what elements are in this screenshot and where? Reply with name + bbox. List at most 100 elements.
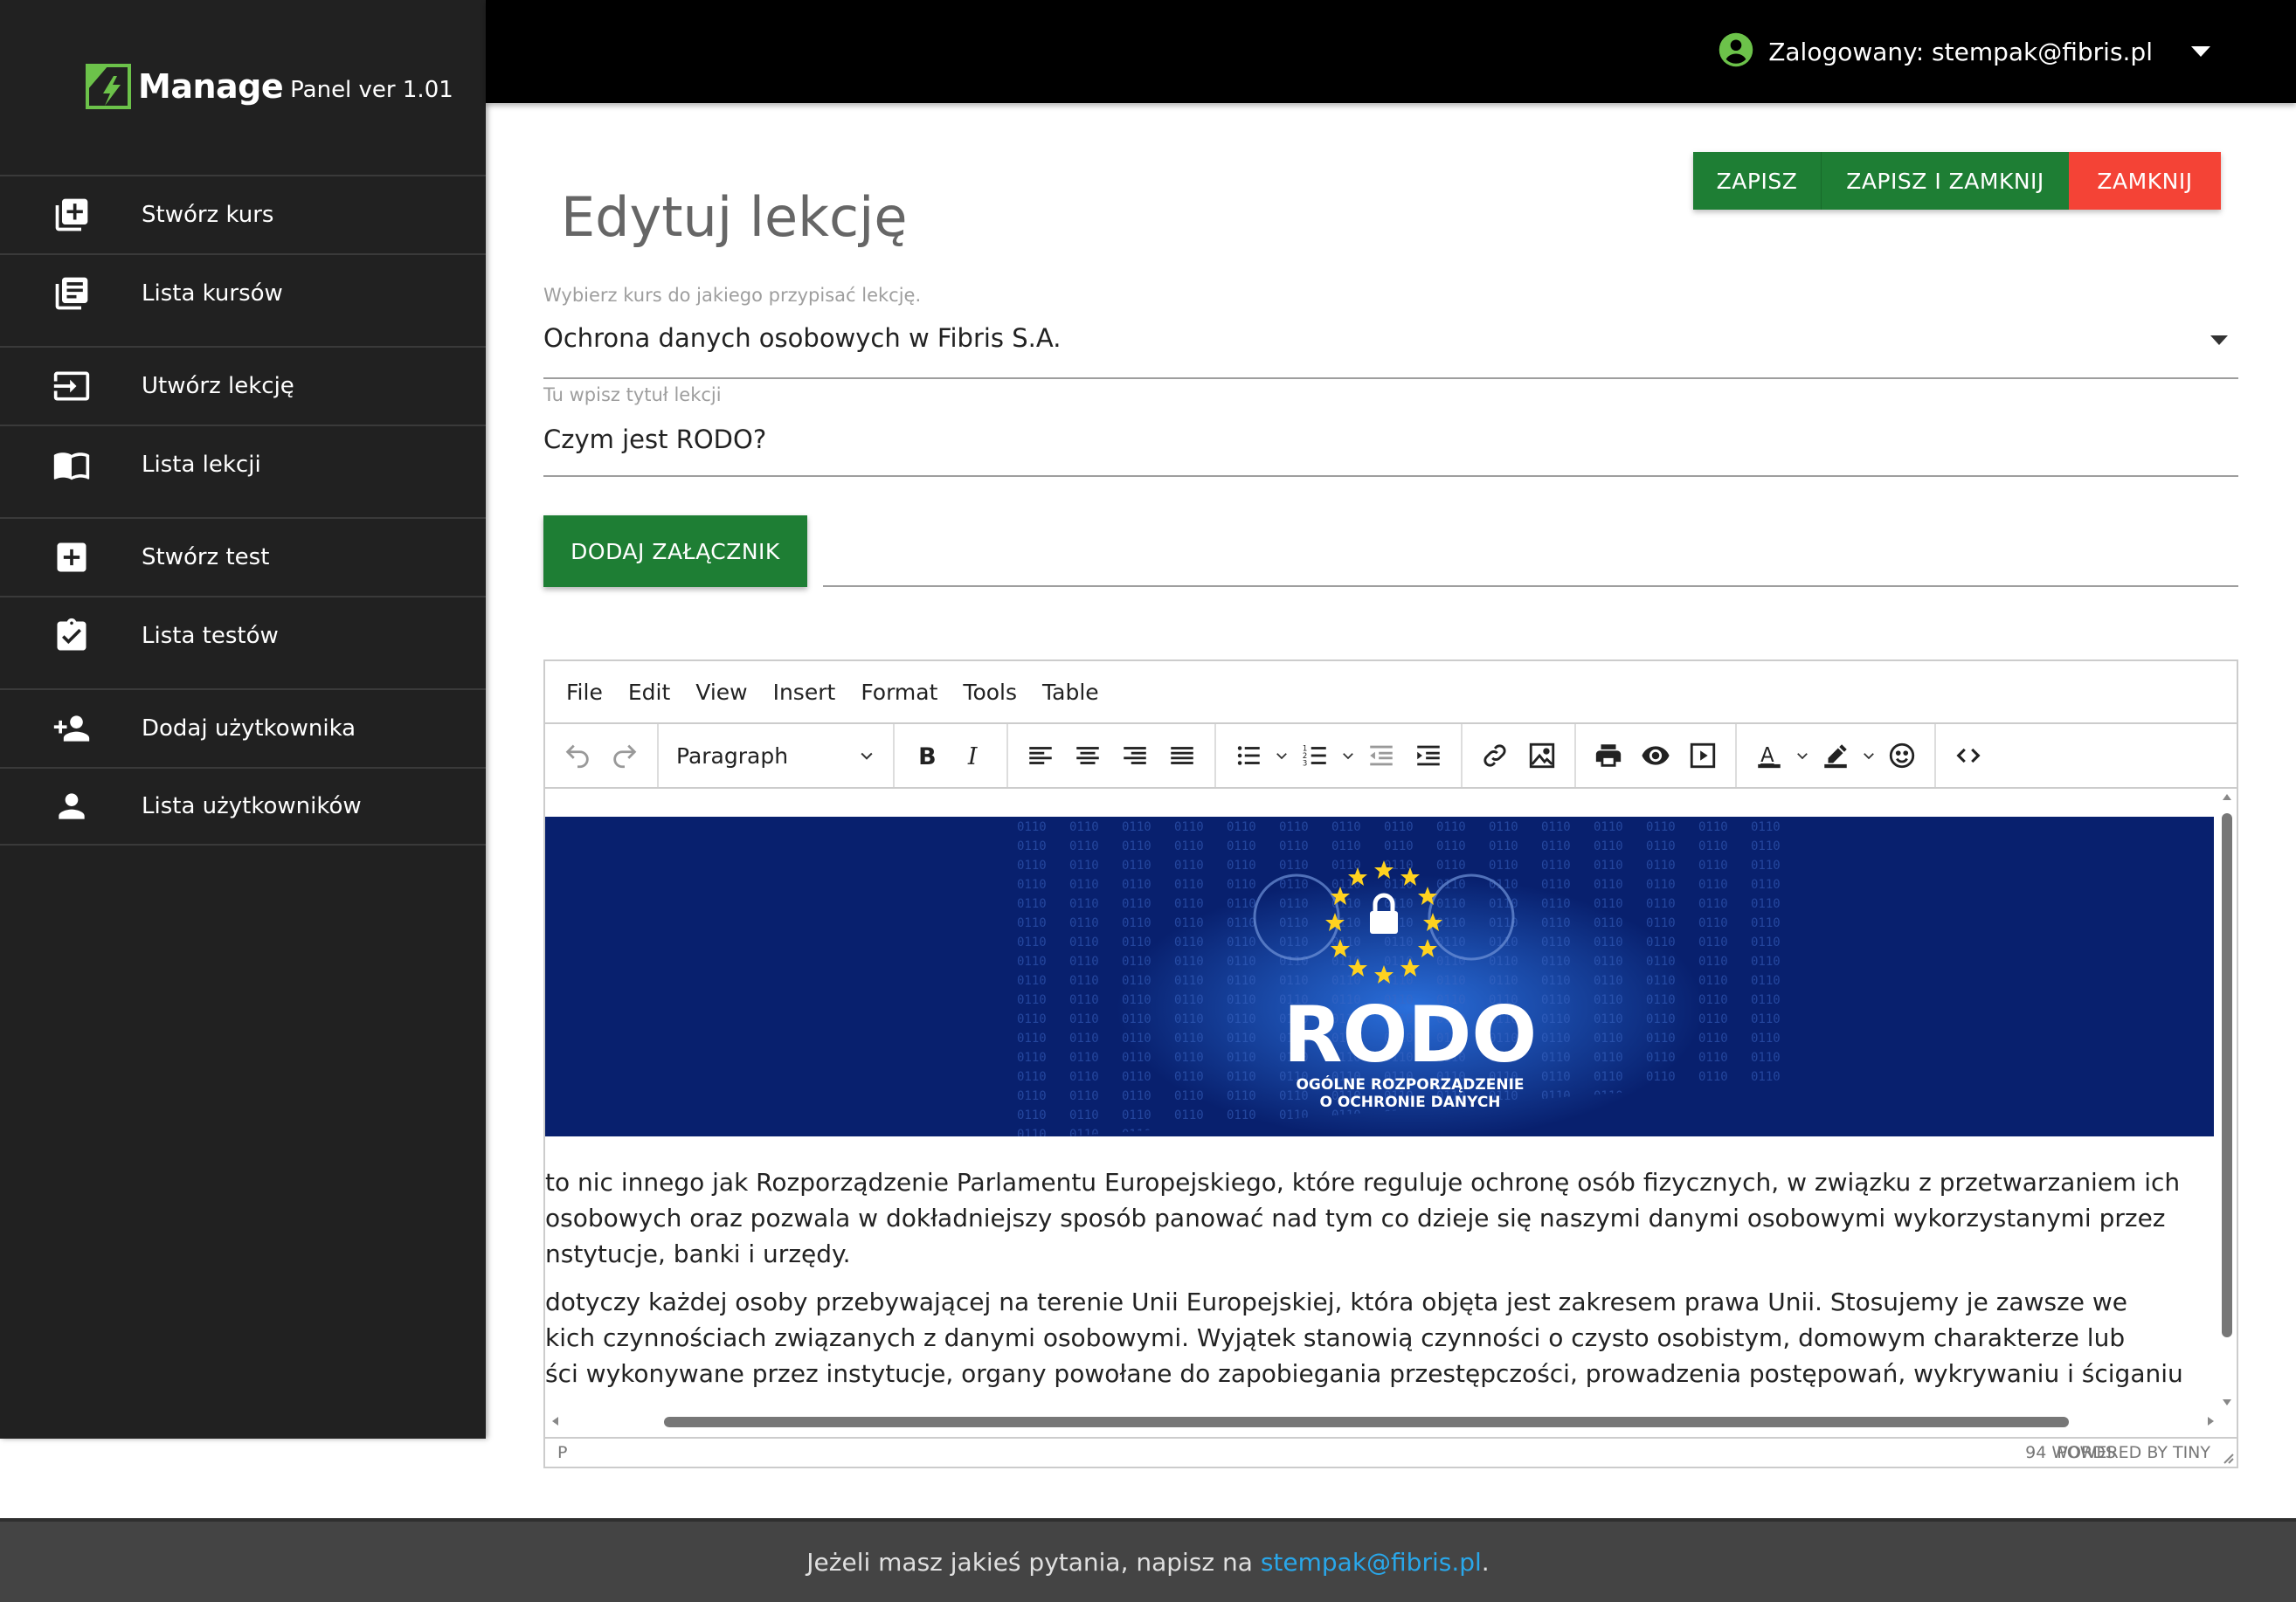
align-center-icon[interactable] bbox=[1064, 732, 1111, 779]
scroll-left-arrow-icon[interactable] bbox=[550, 1416, 561, 1426]
horizontal-scrollbar[interactable] bbox=[545, 1411, 2221, 1432]
list-group: 123 bbox=[1216, 724, 1463, 787]
action-buttons: ZAPISZ ZAPISZ I ZAMKNIJ ZAMKNIJ bbox=[1693, 152, 2221, 210]
course-select-label: Wybierz kurs do jakiego przypisać lekcję… bbox=[543, 285, 922, 306]
chevron-down-icon[interactable] bbox=[1859, 732, 1878, 779]
emoji-icon[interactable] bbox=[1878, 732, 1926, 779]
user-menu[interactable]: Zalogowany: stempak@fibris.pl bbox=[1718, 31, 2210, 72]
banner-subtitle-line2: O OCHRONIE DANYCH bbox=[1319, 1094, 1500, 1111]
menu-edit[interactable]: Edit bbox=[628, 680, 670, 705]
paragraph-line: to nic innego jak Rozporządzenie Parlame… bbox=[545, 1168, 2181, 1197]
sidebar-item-label: Lista lekcji bbox=[142, 452, 261, 478]
align-justify-icon[interactable] bbox=[1158, 732, 1206, 779]
login-box-icon bbox=[52, 367, 91, 405]
content-paragraph-2: dotyczy każdej osoby przebywającej na te… bbox=[545, 1284, 2205, 1391]
resize-handle-icon[interactable] bbox=[2217, 1447, 2235, 1465]
print-icon[interactable] bbox=[1585, 732, 1632, 779]
paragraph-line: osobowych oraz pozwala w dokładniejszy s… bbox=[545, 1204, 2166, 1233]
vertical-scroll-thumb[interactable] bbox=[2222, 813, 2232, 1337]
link-icon[interactable] bbox=[1471, 732, 1518, 779]
banner-subtitle-line1: OGÓLNE ROZPORZĄDZENIE bbox=[1296, 1074, 1524, 1094]
editor-content[interactable]: 0110 bbox=[545, 789, 2221, 1411]
alignment-group bbox=[1008, 724, 1216, 787]
scroll-down-arrow-icon[interactable] bbox=[2222, 1397, 2232, 1407]
sidebar-item-create-course[interactable]: Stwórz kurs bbox=[0, 175, 486, 253]
vertical-scrollbar[interactable] bbox=[2217, 789, 2237, 1411]
block-format-select[interactable]: Paragraph bbox=[667, 732, 884, 779]
italic-icon[interactable]: I bbox=[951, 732, 998, 779]
indent-icon[interactable] bbox=[1405, 732, 1452, 779]
footer-email-link[interactable]: stempak@fibris.pl bbox=[1261, 1548, 1482, 1577]
paragraph-line: nstytucje, banki i urzędy. bbox=[545, 1239, 851, 1268]
source-code-icon[interactable] bbox=[1945, 732, 1992, 779]
chevron-down-icon[interactable] bbox=[1793, 732, 1812, 779]
color-group: A bbox=[1737, 724, 1936, 787]
text-color-icon[interactable]: A bbox=[1746, 732, 1793, 779]
media-icon[interactable] bbox=[1679, 732, 1726, 779]
numbered-list-icon[interactable]: 123 bbox=[1291, 732, 1338, 779]
sidebar-item-add-user[interactable]: Dodaj użytkownika bbox=[0, 688, 486, 767]
save-button[interactable]: ZAPISZ bbox=[1693, 152, 1821, 210]
bullet-list-icon[interactable] bbox=[1225, 732, 1272, 779]
chevron-down-icon[interactable] bbox=[1272, 732, 1291, 779]
bold-icon[interactable]: B bbox=[903, 732, 951, 779]
sidebar: Manage Panel ver 1.01 Stwórz kurs Lista … bbox=[0, 0, 486, 1439]
close-button[interactable]: ZAMKNIJ bbox=[2069, 152, 2221, 210]
menu-view[interactable]: View bbox=[695, 680, 747, 705]
sidebar-item-label: Lista użytkowników bbox=[142, 793, 362, 819]
tools-group bbox=[1576, 724, 1737, 787]
svg-text:A: A bbox=[1760, 744, 1774, 767]
svg-text:I: I bbox=[967, 743, 979, 770]
add-attachment-button[interactable]: DODAJ ZAŁĄCZNIK bbox=[543, 515, 807, 587]
highlight-icon[interactable] bbox=[1812, 732, 1859, 779]
svg-text:B: B bbox=[918, 743, 937, 770]
caret-down-icon[interactable] bbox=[2191, 46, 2210, 57]
sidebar-item-lesson-list[interactable]: Lista lekcji bbox=[0, 425, 486, 503]
block-format-group: Paragraph bbox=[659, 724, 895, 787]
sidebar-item-user-list[interactable]: Lista użytkowników bbox=[0, 767, 486, 846]
footer-suffix: . bbox=[1481, 1547, 1490, 1577]
outdent-icon[interactable] bbox=[1358, 732, 1405, 779]
paragraph-line: ści wykonywane przez instytucje, organy … bbox=[545, 1359, 2183, 1388]
menu-insert[interactable]: Insert bbox=[773, 680, 836, 705]
align-right-icon[interactable] bbox=[1111, 732, 1158, 779]
page-title: Edytuj lekcję bbox=[561, 185, 908, 249]
add-box-icon bbox=[52, 196, 91, 234]
sidebar-nav: Stwórz kurs Lista kursów Utwórz lekcję L… bbox=[0, 175, 486, 846]
horizontal-scroll-thumb[interactable] bbox=[664, 1417, 2069, 1427]
brand[interactable]: Manage Panel ver 1.01 bbox=[86, 63, 453, 110]
redo-icon[interactable] bbox=[601, 732, 648, 779]
sidebar-item-course-list[interactable]: Lista kursów bbox=[0, 253, 486, 332]
sidebar-item-label: Utwórz lekcję bbox=[142, 373, 294, 399]
chevron-down-icon bbox=[861, 752, 873, 760]
menu-format[interactable]: Format bbox=[861, 680, 937, 705]
sidebar-item-create-test[interactable]: Stwórz test bbox=[0, 517, 486, 596]
powered-by-link[interactable]: POWERED BY TINY bbox=[2057, 1443, 2210, 1462]
undo-icon[interactable] bbox=[554, 732, 601, 779]
scroll-right-arrow-icon[interactable] bbox=[2205, 1416, 2216, 1426]
menu-tools[interactable]: Tools bbox=[963, 680, 1017, 705]
footer-message: Jeżeli masz jakieś pytania, napisz na bbox=[806, 1547, 1261, 1577]
preview-eye-icon[interactable] bbox=[1632, 732, 1679, 779]
footer: Jeżeli masz jakieś pytania, napisz na st… bbox=[0, 1518, 2296, 1602]
menu-table[interactable]: Table bbox=[1042, 680, 1099, 705]
block-format-value: Paragraph bbox=[676, 742, 789, 769]
brand-name: Manage bbox=[138, 67, 284, 106]
element-path[interactable]: P bbox=[557, 1443, 567, 1462]
lesson-title-input[interactable] bbox=[543, 425, 2238, 454]
sidebar-item-label: Lista testów bbox=[142, 623, 279, 649]
person-add-icon bbox=[52, 709, 91, 748]
image-icon[interactable] bbox=[1518, 732, 1566, 779]
sidebar-item-create-lesson[interactable]: Utwórz lekcję bbox=[0, 346, 486, 425]
account-circle-icon bbox=[1718, 31, 1754, 72]
align-left-icon[interactable] bbox=[1017, 732, 1064, 779]
scroll-up-arrow-icon[interactable] bbox=[2222, 792, 2232, 803]
chevron-down-icon[interactable] bbox=[1338, 732, 1358, 779]
brand-subtitle: Panel ver 1.01 bbox=[290, 77, 453, 103]
sidebar-item-test-list[interactable]: Lista testów bbox=[0, 596, 486, 674]
open-book-icon bbox=[52, 445, 91, 484]
clipboard-check-icon bbox=[52, 617, 91, 655]
menu-file[interactable]: File bbox=[566, 680, 603, 705]
course-select[interactable]: Ochrona danych osobowych w Fibris S.A. bbox=[543, 323, 2238, 379]
save-and-close-button[interactable]: ZAPISZ I ZAMKNIJ bbox=[1821, 152, 2069, 210]
